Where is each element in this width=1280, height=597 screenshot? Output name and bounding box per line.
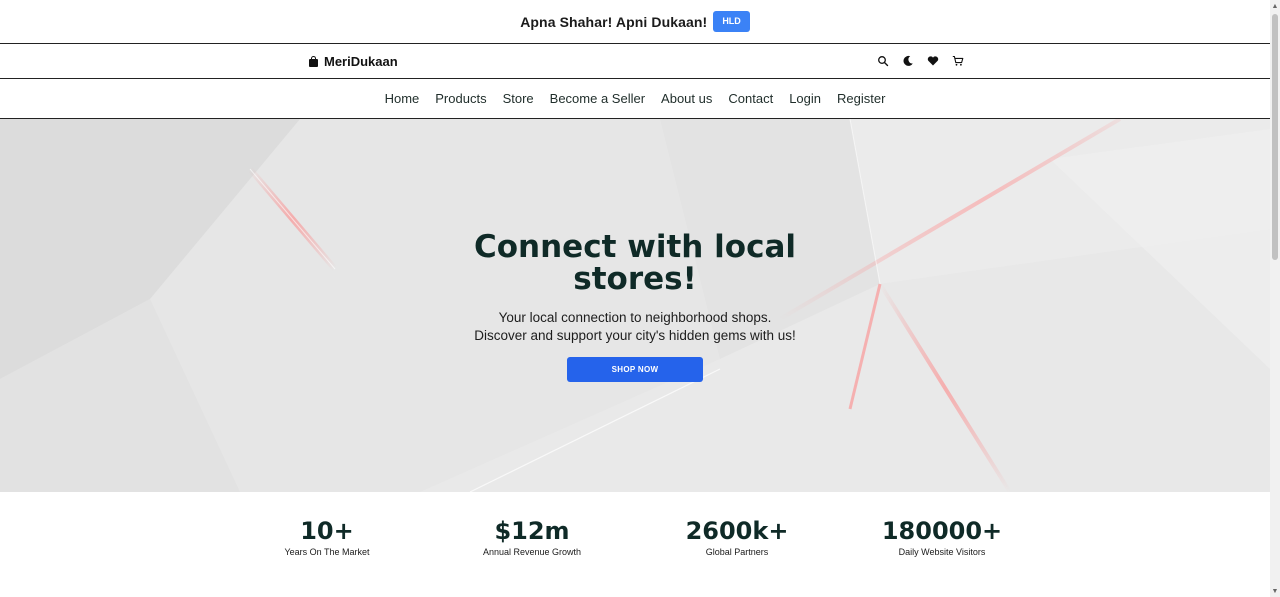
- hero-title: Connect with local stores!: [474, 229, 796, 297]
- stat-label: Global Partners: [705, 547, 769, 557]
- scrollbar-thumb[interactable]: [1272, 14, 1278, 260]
- brand-logo-link[interactable]: MeriDukaan: [309, 54, 398, 69]
- search-icon[interactable]: [876, 54, 890, 68]
- scroll-up-arrow-icon[interactable]: ▲: [1271, 2, 1279, 10]
- announcement-text: Apna Shahar! Apni Dukaan!: [520, 13, 708, 30]
- shop-now-button[interactable]: SHOP NOW: [567, 357, 703, 382]
- hero-subtitle-line-2: Discover and support your city's hidden …: [474, 328, 796, 343]
- stat-partners: 2600k+ Global Partners: [637, 517, 837, 557]
- stat-revenue: $12m Annual Revenue Growth: [432, 517, 632, 557]
- stat-visitors: 180000+ Daily Website Visitors: [842, 517, 1042, 557]
- main-nav: Home Products Store Become a Seller Abou…: [0, 79, 1270, 119]
- nav-contact[interactable]: Contact: [728, 91, 773, 106]
- stat-value: 180000+: [881, 517, 1003, 545]
- brand-name: MeriDukaan: [324, 54, 398, 69]
- stat-value: 2600k+: [685, 517, 789, 545]
- stat-label: Daily Website Visitors: [898, 547, 986, 557]
- stat-label: Annual Revenue Growth: [482, 547, 582, 557]
- shopping-bag-icon: [309, 56, 319, 67]
- nav-register[interactable]: Register: [837, 91, 885, 106]
- header-icons: [876, 54, 965, 68]
- brand-bar: MeriDukaan: [0, 44, 1270, 79]
- hero-section: Connect with local stores! Your local co…: [0, 119, 1270, 492]
- hero-content: Connect with local stores! Your local co…: [0, 119, 1270, 492]
- scroll-down-arrow-icon[interactable]: ▼: [1271, 587, 1279, 595]
- stat-years: 10+ Years On The Market: [227, 517, 427, 557]
- stat-value: $12m: [494, 517, 570, 545]
- hld-badge-button[interactable]: HLD: [713, 11, 750, 32]
- stat-label: Years On The Market: [284, 547, 370, 557]
- page: Apna Shahar! Apni Dukaan! HLD MeriDukaan: [0, 0, 1270, 597]
- cart-icon[interactable]: [951, 54, 965, 68]
- nav-about-us[interactable]: About us: [661, 91, 712, 106]
- hero-subtitle: Your local connection to neighborhood sh…: [474, 309, 795, 345]
- nav-login[interactable]: Login: [789, 91, 821, 106]
- nav-products[interactable]: Products: [435, 91, 486, 106]
- stats-section: 10+ Years On The Market $12m Annual Reve…: [0, 492, 1270, 597]
- vertical-scrollbar[interactable]: ▲ ▼: [1270, 0, 1280, 597]
- nav-become-a-seller[interactable]: Become a Seller: [550, 91, 645, 106]
- nav-home[interactable]: Home: [385, 91, 420, 106]
- nav-store[interactable]: Store: [503, 91, 534, 106]
- moon-icon[interactable]: [901, 54, 915, 68]
- heart-icon[interactable]: [926, 54, 940, 68]
- hero-subtitle-line-1: Your local connection to neighborhood sh…: [498, 310, 772, 325]
- stat-value: 10+: [300, 517, 354, 545]
- announcement-bar: Apna Shahar! Apni Dukaan! HLD: [0, 0, 1270, 44]
